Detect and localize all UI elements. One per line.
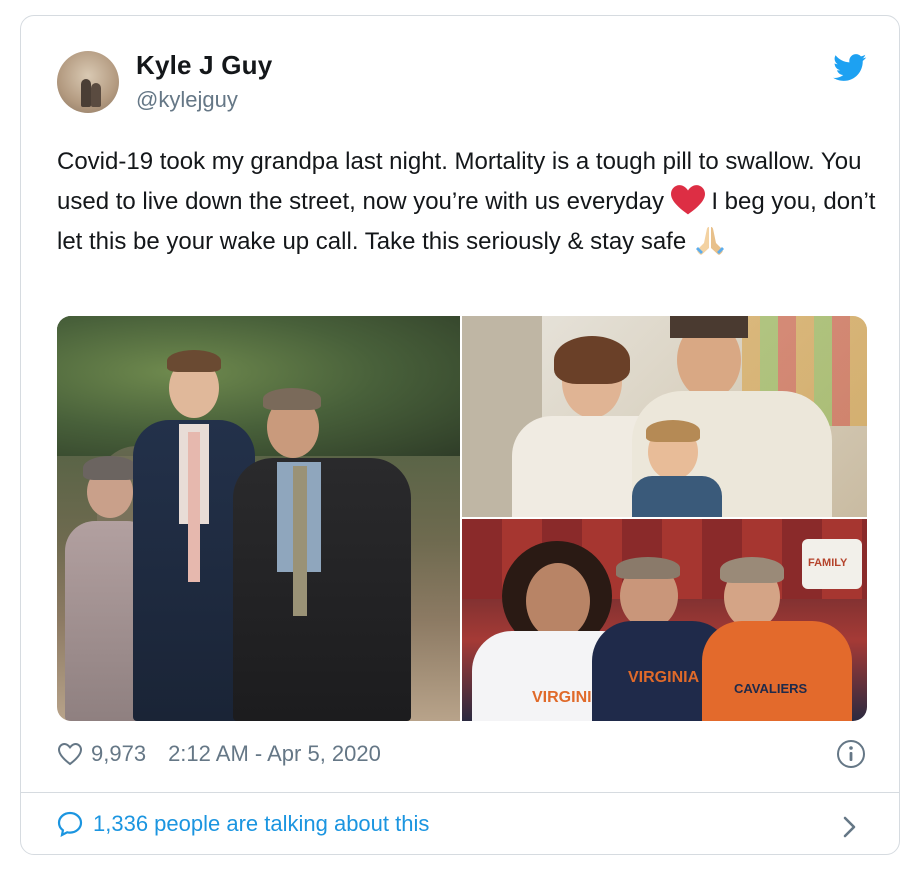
speech-bubble-icon <box>57 811 83 837</box>
like-count[interactable]: 9,973 <box>91 741 146 767</box>
divider <box>21 792 899 793</box>
hoodie-text: VIRGINIA <box>628 669 700 686</box>
conversation-link[interactable]: 1,336 people are talking about this <box>57 811 429 837</box>
person-tie <box>188 432 200 582</box>
shirt-text: CAVALIERS <box>734 681 808 696</box>
photo-arena-fans[interactable]: FAMILY VIRGINIA VIRGINIA CAVALIERS <box>462 519 867 721</box>
person-head <box>526 563 590 639</box>
folded-hands-icon <box>695 227 724 255</box>
tweet-stats: 9,973 2:12 AM - Apr 5, 2020 <box>57 736 381 772</box>
avatar[interactable] <box>57 51 119 113</box>
avatar-figure <box>81 79 91 107</box>
twitter-bird-icon[interactable] <box>833 54 867 82</box>
person-jacket <box>233 458 411 721</box>
info-icon[interactable] <box>836 739 866 769</box>
timestamp[interactable]: 2:12 AM - Apr 5, 2020 <box>168 741 381 767</box>
person-hair <box>670 316 748 338</box>
tweet-media[interactable]: FAMILY VIRGINIA VIRGINIA CAVALIERS <box>57 316 867 721</box>
person-hair <box>167 350 221 372</box>
chevron-right-icon[interactable] <box>839 813 859 841</box>
child-shirt <box>632 476 722 517</box>
fan-sign-text: FAMILY <box>808 557 848 569</box>
person-hair <box>720 557 784 583</box>
tweet-text: Covid-19 took my grandpa last night. Mor… <box>57 142 877 262</box>
photo-wedding-portrait[interactable] <box>57 316 460 721</box>
person-tie <box>293 466 307 616</box>
person-hair <box>616 557 680 579</box>
avatar-figure <box>91 83 101 107</box>
foliage-background <box>57 316 460 456</box>
like-heart-icon[interactable] <box>57 742 83 766</box>
person-hair <box>83 456 137 480</box>
person-hair <box>554 336 630 384</box>
author-handle[interactable]: @kylejguy <box>136 87 238 113</box>
child-hair <box>646 420 700 442</box>
tweet-card: Kyle J Guy @kylejguy Covid-19 took my gr… <box>20 15 900 855</box>
conversation-label[interactable]: 1,336 people are talking about this <box>93 811 429 837</box>
photo-family-snapshot[interactable] <box>462 316 867 517</box>
person-shirt <box>702 621 852 721</box>
red-heart-icon <box>670 185 705 215</box>
author-name[interactable]: Kyle J Guy <box>136 50 272 81</box>
person-hair <box>263 388 321 410</box>
